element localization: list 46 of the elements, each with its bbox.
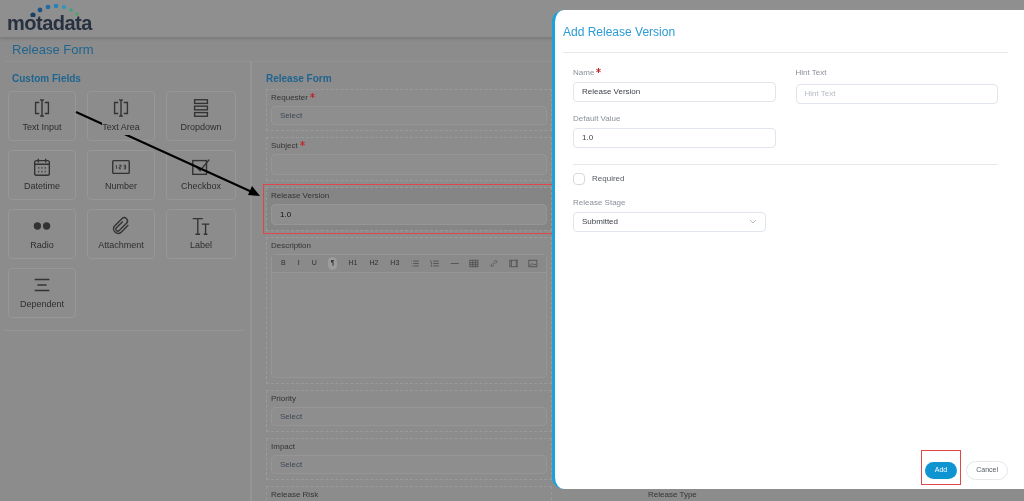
section-title: Custom Fields: [11, 72, 82, 86]
field-label: Release Type: [648, 490, 697, 500]
select-field[interactable]: Select: [271, 106, 547, 125]
dialog-title: Add Release Version: [563, 25, 676, 39]
field-type-tile[interactable]: Number: [87, 150, 155, 200]
field-type-tile[interactable]: Attachment: [87, 209, 155, 259]
checkbox-label: Required: [592, 172, 625, 185]
film-icon[interactable]: [508, 258, 519, 269]
select-field[interactable]: Select: [271, 407, 547, 426]
image-icon[interactable]: [528, 258, 538, 269]
field-type-tile[interactable]: Dropdown: [166, 91, 236, 141]
field-label: Priority: [271, 393, 296, 404]
field-label: Release Stage: [573, 196, 627, 209]
field-label: Release Risk: [271, 489, 319, 500]
field-type-tile[interactable]: Text Input: [8, 91, 76, 141]
default-value-field[interactable]: 1.0: [573, 127, 776, 148]
field-type-tile[interactable]: Checkbox: [166, 150, 236, 200]
field-label: Hint Text: [795, 67, 828, 79]
field-label: Requester: [271, 92, 308, 103]
input-field[interactable]: 1.0: [271, 204, 547, 225]
hint-text-field[interactable]: Hint Text: [795, 83, 998, 104]
page-title: Release Form: [12, 40, 94, 59]
release-stage-select[interactable]: Submitted: [573, 211, 766, 232]
required-checkbox[interactable]: [573, 172, 585, 185]
field-type-tile[interactable]: Datetime: [8, 150, 76, 200]
field-type-tile[interactable]: Dependent: [8, 268, 76, 318]
calendar-icon: [31, 156, 53, 179]
text-size-icon: [190, 215, 212, 238]
field-label: Release Version: [271, 190, 330, 201]
select-field[interactable]: Select: [271, 455, 547, 474]
field-label: Subject: [271, 140, 298, 151]
logo: motadata: [7, 13, 92, 33]
name-field[interactable]: Release Version: [573, 82, 776, 102]
field-label: Description: [271, 240, 311, 251]
numbered-list-icon[interactable]: [430, 258, 440, 269]
table-icon[interactable]: [469, 258, 479, 269]
field-type-tile[interactable]: Label: [166, 209, 236, 259]
bullet-list-icon[interactable]: [410, 258, 420, 269]
field-label: Impact: [271, 441, 295, 452]
field-label: Default Value: [573, 112, 622, 125]
section-title: Release Form: [266, 72, 333, 86]
field-label: Name: [573, 67, 595, 79]
link-icon[interactable]: [489, 258, 499, 269]
chevron-down-icon: [748, 219, 757, 224]
field-type-tile[interactable]: Radio: [8, 209, 76, 259]
field-type-tile[interactable]: Text Area: [87, 91, 155, 141]
